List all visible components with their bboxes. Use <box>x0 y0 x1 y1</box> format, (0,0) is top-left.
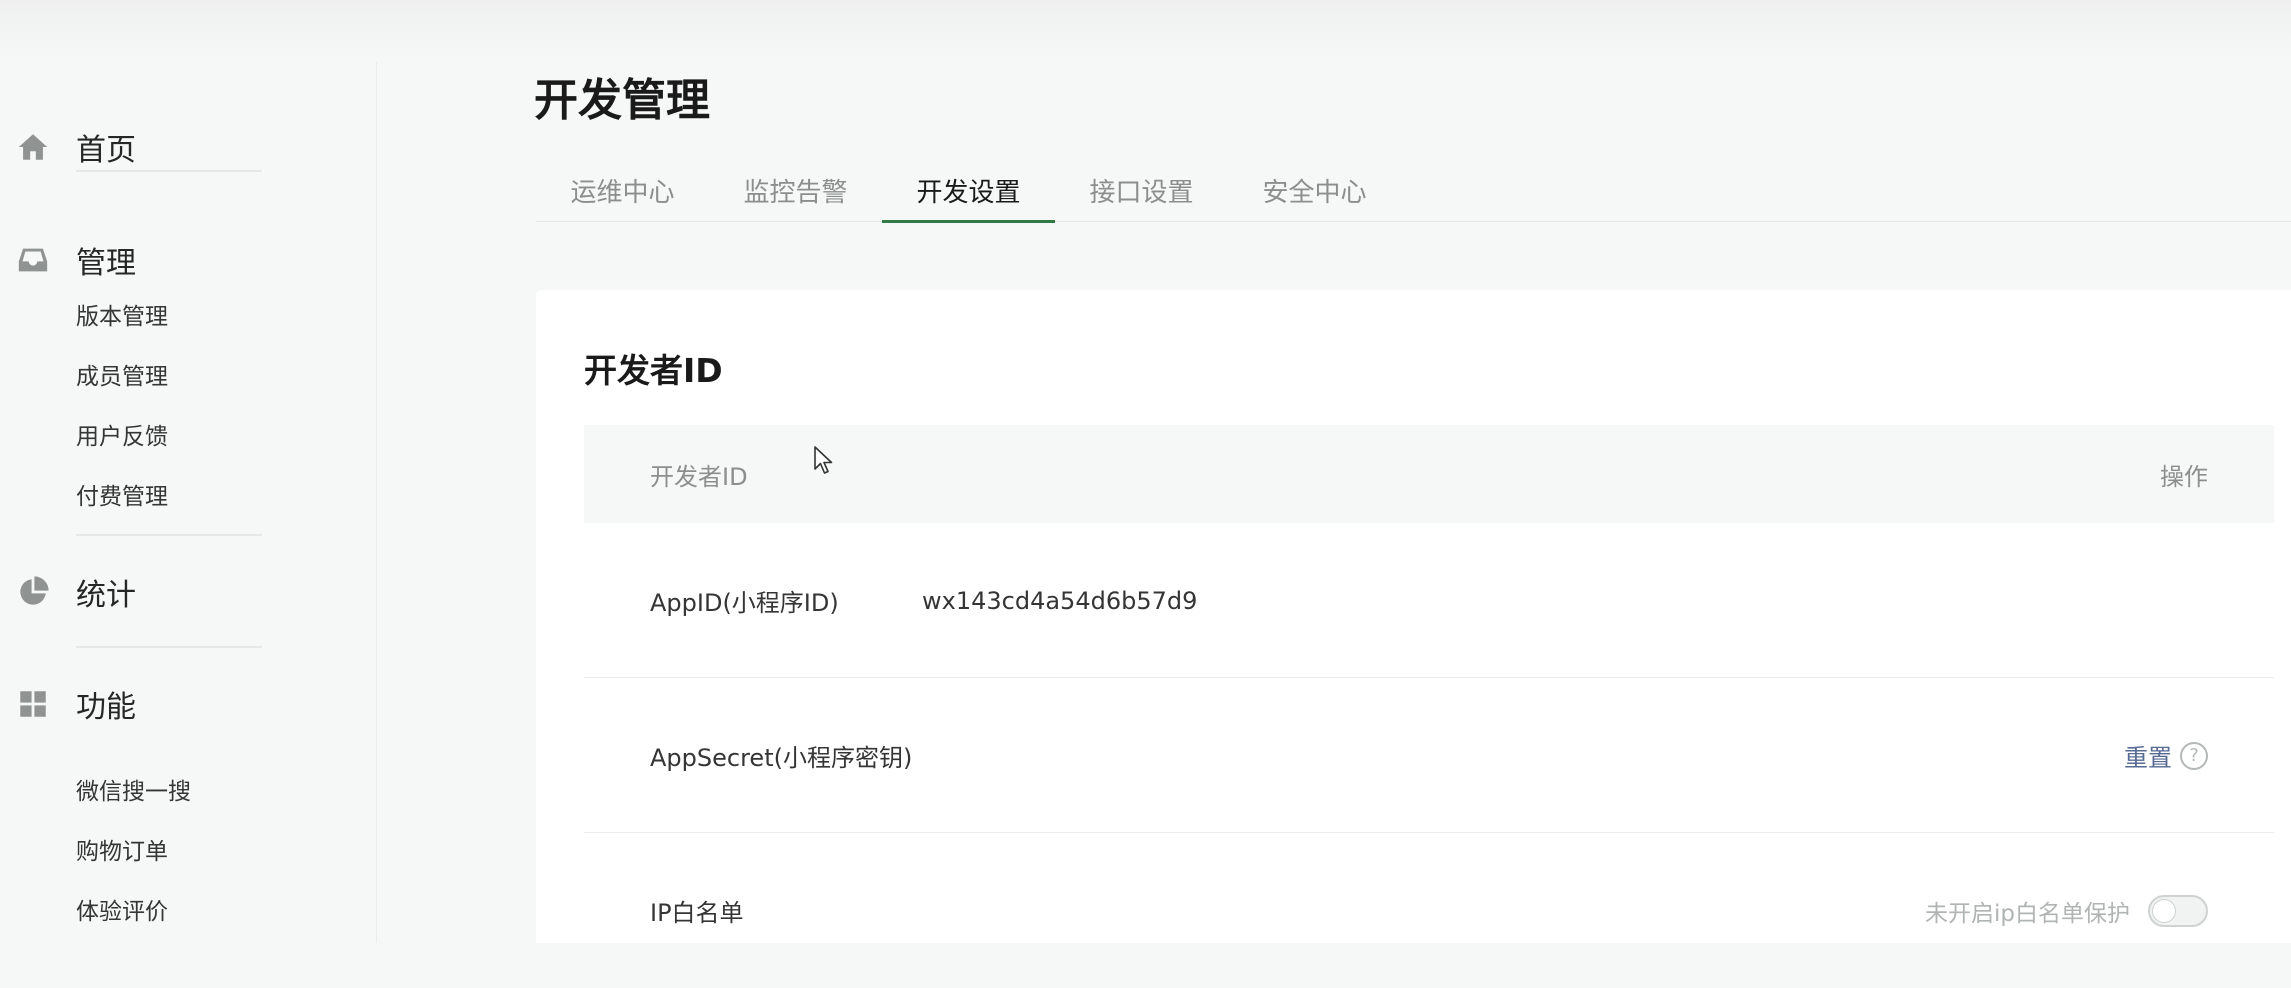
nav-home[interactable]: 首页 <box>0 117 377 177</box>
table-row-appid: AppID(小程序ID) wx143cd4a54d6b57d9 <box>584 523 2274 678</box>
nav-item-payment[interactable]: 付费管理 <box>76 477 168 511</box>
grid-icon <box>16 687 50 721</box>
appid-value: wx143cd4a54d6b57d9 <box>922 586 1198 615</box>
table-row-appsecret: AppSecret(小程序密钥) 重置 ? <box>584 678 2274 833</box>
mouse-cursor-icon <box>814 446 833 474</box>
developer-id-card: 开发者ID 开发者ID 操作 AppID(小程序ID) wx143cd4a54d… <box>536 290 2291 943</box>
nav-item-orders[interactable]: 购物订单 <box>76 832 168 866</box>
tab-dev-settings[interactable]: 开发设置 <box>882 158 1055 223</box>
nav-stats[interactable]: 统计 <box>0 562 377 622</box>
page-title: 开发管理 <box>534 75 710 126</box>
ip-whitelist-label: IP白名单 <box>650 899 744 927</box>
tab-ops-center[interactable]: 运维中心 <box>536 158 709 222</box>
nav-manage-label: 管理 <box>76 246 136 281</box>
tab-bar: 运维中心 监控告警 开发设置 接口设置 安全中心 <box>536 158 2291 223</box>
question-icon[interactable]: ? <box>2180 741 2208 770</box>
sidebar: 首页 管理 版本管理 成员管理 用户反馈 付费管理 统计 功能 微信搜一搜 购物… <box>0 62 377 943</box>
nav-item-feedback[interactable]: 用户反馈 <box>76 417 168 451</box>
card-title: 开发者ID <box>584 351 723 390</box>
tab-security-center[interactable]: 安全中心 <box>1228 158 1401 222</box>
home-icon <box>16 130 50 164</box>
nav-features-label: 功能 <box>76 690 136 725</box>
reset-secret-link[interactable]: 重置 <box>2124 738 2172 773</box>
appsecret-label: AppSecret(小程序密钥) <box>650 744 913 772</box>
tab-monitoring[interactable]: 监控告警 <box>709 158 882 222</box>
browser-top-area <box>0 0 2291 62</box>
nav-item-members[interactable]: 成员管理 <box>76 357 168 391</box>
header-developer-id: 开发者ID <box>650 462 748 491</box>
ip-whitelist-status: 未开启ip白名单保护 <box>1925 900 2130 927</box>
header-action: 操作 <box>2160 462 2208 491</box>
nav-item-version[interactable]: 版本管理 <box>76 297 168 331</box>
nav-item-wechat-search[interactable]: 微信搜一搜 <box>76 772 191 806</box>
ip-whitelist-controls: 未开启ip白名单保护 <box>1925 833 2208 988</box>
pie-chart-icon <box>16 575 50 609</box>
nav-item-reviews[interactable]: 体验评价 <box>76 892 168 926</box>
nav-features[interactable]: 功能 <box>0 674 377 734</box>
nav-manage[interactable]: 管理 <box>0 230 377 290</box>
ip-whitelist-toggle[interactable] <box>2148 894 2208 927</box>
appsecret-actions: 重置 ? <box>2124 678 2208 833</box>
tab-api-settings[interactable]: 接口设置 <box>1055 158 1228 222</box>
inbox-icon <box>16 243 50 277</box>
nav-stats-label: 统计 <box>76 578 136 613</box>
nav-divider <box>76 646 262 648</box>
nav-home-label: 首页 <box>76 133 136 168</box>
appid-label: AppID(小程序ID) <box>650 589 839 617</box>
table-row-ip-whitelist: IP白名单 未开启ip白名单保护 <box>584 833 2274 988</box>
table-header: 开发者ID 操作 <box>584 425 2274 523</box>
toggle-knob <box>2152 898 2176 923</box>
nav-divider <box>76 534 262 536</box>
nav-divider <box>76 170 262 172</box>
